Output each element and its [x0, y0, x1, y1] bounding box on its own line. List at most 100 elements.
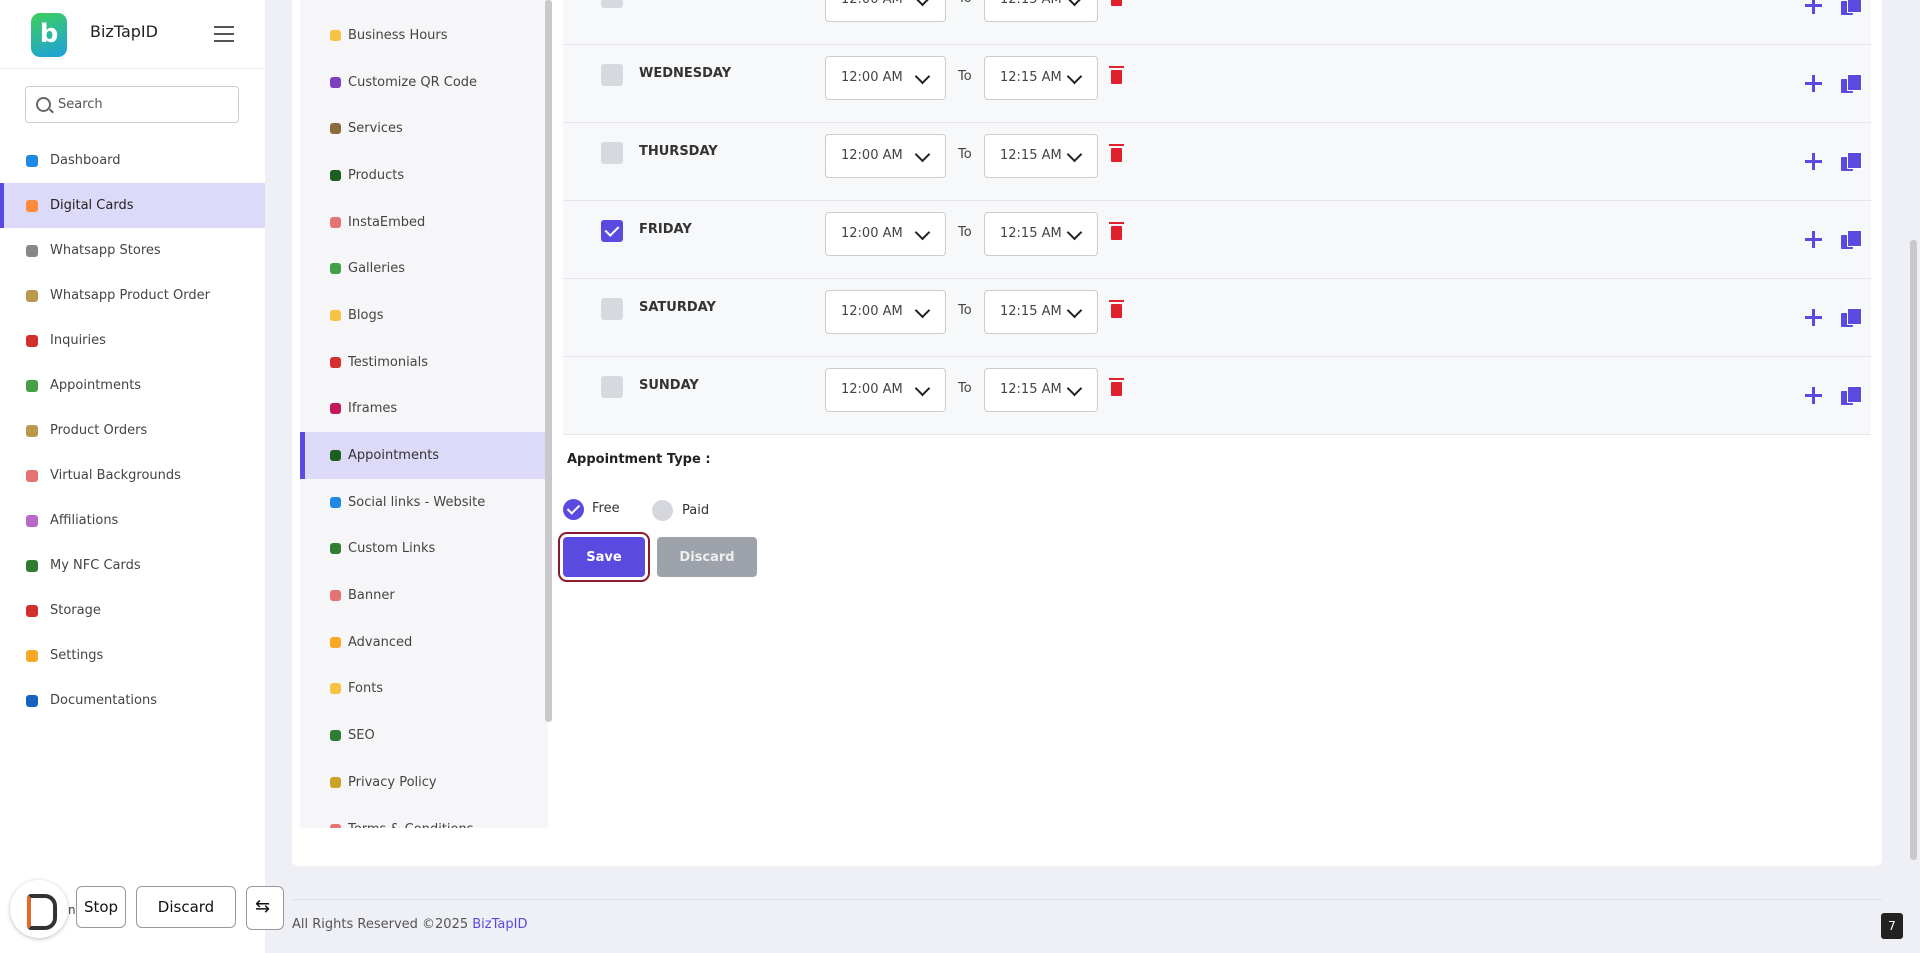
start-time-select[interactable]: 12:00 AM	[825, 56, 946, 100]
start-time-select[interactable]: 12:00 AM	[825, 212, 946, 256]
trash-icon[interactable]	[1109, 66, 1124, 84]
sidebar-item-label: Inquiries	[50, 333, 106, 348]
subnav-item-privacy-policy[interactable]: Privacy Policy	[300, 759, 548, 806]
subnav-item-iframes[interactable]: Iframes	[300, 386, 548, 433]
sidebar-item-virtual-backgrounds[interactable]: Virtual Backgrounds	[0, 453, 265, 498]
trash-icon[interactable]	[1109, 144, 1124, 162]
subnav-item-terms-conditions[interactable]: Terms & Conditions	[300, 806, 548, 828]
sidebar-item-label: Appointments	[50, 378, 142, 393]
day-row: 12:00 AM To 12:15 AM	[563, 0, 1871, 45]
hamburger-menu-icon[interactable]	[214, 26, 234, 42]
swap-button[interactable]: ⇆	[246, 886, 284, 930]
sidebar-item-settings[interactable]: Settings	[0, 633, 265, 678]
free-radio[interactable]	[563, 499, 584, 520]
day-label: THURSDAY	[639, 144, 718, 159]
subnav-item-seo[interactable]: SEO	[300, 712, 548, 759]
add-slot-icon[interactable]	[1805, 387, 1822, 404]
trash-icon[interactable]	[1109, 300, 1124, 318]
day-checkbox[interactable]	[601, 298, 623, 320]
overlay-discard-button[interactable]: Discard	[136, 886, 236, 928]
subnav-item-galleries[interactable]: Galleries	[300, 245, 548, 292]
subnav-item-business-hours[interactable]: Business Hours	[300, 12, 548, 59]
end-time-select[interactable]: 12:15 AM	[984, 290, 1098, 334]
subnav-item-services[interactable]: Services	[300, 105, 548, 152]
start-time-select[interactable]: 12:00 AM	[825, 0, 946, 22]
trash-icon[interactable]	[1109, 222, 1124, 240]
subnav-item-products[interactable]: Products	[300, 152, 548, 199]
sidebar-item-label: Dashboard	[50, 153, 121, 168]
sidebar-item-documentations[interactable]: Documentations	[0, 678, 265, 723]
subnav-item-custom-links[interactable]: Custom Links	[300, 526, 548, 573]
sidebar-item-inquiries[interactable]: Inquiries	[0, 318, 265, 363]
end-time-select[interactable]: 12:15 AM	[984, 212, 1098, 256]
copy-icon[interactable]	[1841, 0, 1862, 16]
sidebar-item-storage[interactable]: Storage	[0, 588, 265, 633]
subnav-item-instaembed[interactable]: InstaEmbed	[300, 199, 548, 246]
subnav-item-label: Testimonials	[348, 354, 429, 370]
end-time-select[interactable]: 12:15 AM	[984, 56, 1098, 100]
day-checkbox[interactable]	[601, 142, 623, 164]
chevron-down-icon	[1066, 146, 1083, 163]
terms-icon	[330, 823, 341, 828]
add-slot-icon[interactable]	[1805, 0, 1822, 14]
footer-text: All Rights Reserved ©2025	[292, 917, 473, 932]
sidebar-item-dashboard[interactable]: Dashboard	[0, 138, 265, 183]
end-time-select[interactable]: 12:15 AM	[984, 0, 1098, 22]
add-slot-icon[interactable]	[1805, 153, 1822, 170]
chevron-down-icon	[914, 68, 931, 85]
paid-radio[interactable]	[652, 500, 673, 521]
sidebar-item-whatsapp-stores[interactable]: Whatsapp Stores	[0, 228, 265, 273]
start-time-select[interactable]: 12:00 AM	[825, 368, 946, 412]
start-time-select[interactable]: 12:00 AM	[825, 134, 946, 178]
subnav-scrollbar[interactable]	[545, 0, 552, 722]
subnav-item-advanced[interactable]: Advanced	[300, 619, 548, 666]
footer-brand-link[interactable]: BizTapID	[472, 917, 527, 932]
lock-icon	[330, 776, 341, 788]
subnav-item-appointments[interactable]: Appointments	[300, 432, 548, 479]
subnav-item-label: Business Hours	[348, 27, 448, 43]
copy-icon[interactable]	[1841, 74, 1862, 94]
recorder-logo-icon[interactable]	[10, 880, 68, 938]
subnav-item-blogs[interactable]: Blogs	[300, 292, 548, 339]
discard-button[interactable]: Discard	[657, 537, 757, 577]
subnav-item-testimonials[interactable]: Testimonials	[300, 339, 548, 386]
end-time-select[interactable]: 12:15 AM	[984, 134, 1098, 178]
copy-icon[interactable]	[1841, 152, 1862, 172]
end-time-select[interactable]: 12:15 AM	[984, 368, 1098, 412]
add-slot-icon[interactable]	[1805, 231, 1822, 248]
corner-badge: 7	[1881, 913, 1903, 939]
stop-button[interactable]: Stop	[76, 886, 126, 928]
subnav-item-social-links-website[interactable]: Social links - Website	[300, 479, 548, 526]
day-checkbox[interactable]	[601, 376, 623, 398]
copy-icon[interactable]	[1841, 386, 1862, 406]
day-checkbox[interactable]	[601, 0, 623, 8]
brand-logo-icon[interactable]	[31, 13, 67, 57]
day-checkbox[interactable]	[601, 64, 623, 86]
sidebar-item-appointments[interactable]: Appointments	[0, 363, 265, 408]
subnav-item-fonts[interactable]: Fonts	[300, 666, 548, 713]
day-checkbox[interactable]	[601, 220, 623, 242]
search-input[interactable]: Search	[25, 86, 239, 123]
sidebar-item-product-orders[interactable]: Product Orders	[0, 408, 265, 453]
start-time-select[interactable]: 12:00 AM	[825, 290, 946, 334]
subnav-item-banner[interactable]: Banner	[300, 572, 548, 619]
trash-icon[interactable]	[1109, 378, 1124, 396]
sidebar-item-digital-cards[interactable]: Digital Cards	[0, 183, 265, 228]
trash-icon[interactable]	[1111, 0, 1122, 6]
chevron-down-icon	[914, 380, 931, 397]
page-scrollbar[interactable]	[1910, 240, 1917, 860]
sidebar-item-my-nfc-cards[interactable]: My NFC Cards	[0, 543, 265, 588]
add-slot-icon[interactable]	[1805, 75, 1822, 92]
copy-icon[interactable]	[1841, 308, 1862, 328]
subnav-item-customize-qr-code[interactable]: Customize QR Code	[300, 59, 548, 106]
calendar-icon	[26, 379, 38, 392]
copy-icon[interactable]	[1841, 230, 1862, 250]
sidebar-item-whatsapp-product-order[interactable]: Whatsapp Product Order	[0, 273, 265, 318]
sidebar-item-label: Digital Cards	[50, 198, 134, 213]
globe-icon	[330, 496, 341, 508]
sidebar: BizTapID Search Dashboard Digital Cards Wh…	[0, 0, 265, 953]
save-button[interactable]: Save	[563, 537, 645, 577]
sidebar-item-label: Whatsapp Product Order	[50, 288, 210, 303]
add-slot-icon[interactable]	[1805, 309, 1822, 326]
sidebar-item-affiliations[interactable]: Affiliations	[0, 498, 265, 543]
